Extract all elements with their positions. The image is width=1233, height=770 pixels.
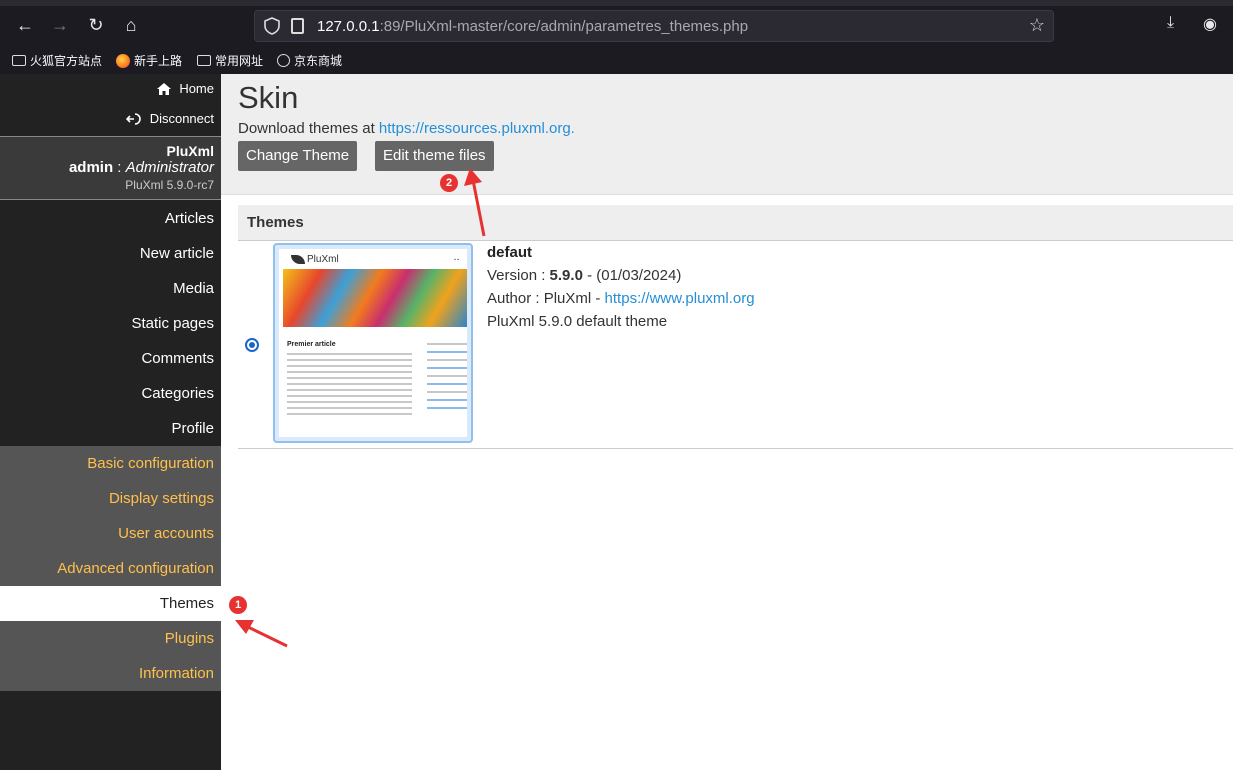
change-theme-button[interactable]: Change Theme (238, 141, 358, 171)
admin-menu: Articles New article Media Static pages … (0, 201, 221, 691)
menu-new-article[interactable]: New article (0, 236, 221, 271)
bookmark-star-icon[interactable]: ☆ (1029, 15, 1045, 36)
version-label-text: Version : (487, 267, 550, 284)
browser-toolbar: ← → ↻ ⌂ 127.0.0.1:89/PluXml-master/core/… (0, 0, 1233, 48)
version-label: PluXml 5.9.0-rc7 (125, 178, 214, 192)
disconnect-label: Disconnect (149, 111, 214, 126)
user-separator: : (113, 159, 126, 176)
shield-icon (264, 17, 280, 35)
download-icon[interactable]: ⤓ (1167, 14, 1174, 32)
bookmark-item[interactable]: 火狐官方站点 (12, 52, 102, 69)
bookmarks-bar: 火狐官方站点 新手上路 常用网址 京东商城 (0, 48, 1233, 74)
firefox-icon (116, 53, 130, 68)
thumbnail-preview: PluXml ▪ ▪ Premier article (279, 249, 467, 437)
user-role-line: admin : Administrator (0, 159, 214, 176)
menu-advanced-configuration[interactable]: Advanced configuration (0, 551, 221, 586)
menu-user-accounts[interactable]: User accounts (0, 516, 221, 551)
menu-themes[interactable]: Themes (0, 586, 221, 621)
thumbnail-banner (283, 269, 467, 327)
admin-sidebar: Home Disconnect PluXml admin : Administr… (0, 74, 221, 770)
user-info: PluXml admin : Administrator PluXml 5.9.… (0, 136, 221, 200)
leaf-logo-icon (291, 255, 305, 264)
author-label: Author : PluXml - (487, 290, 605, 307)
thumbnail-post-title: Premier article (287, 341, 336, 348)
bookmark-label: 新手上路 (134, 54, 183, 68)
bookmark-label: 火狐官方站点 (30, 54, 103, 68)
page-header: Skin Download themes at https://ressourc… (221, 74, 1233, 195)
globe-icon (277, 54, 290, 67)
bookmark-item[interactable]: 新手上路 (116, 52, 182, 69)
theme-description: PluXml 5.9.0 default theme (487, 313, 668, 330)
menu-profile[interactable]: Profile (0, 411, 221, 446)
address-bar[interactable]: 127.0.0.1:89/PluXml-master/core/admin/pa… (254, 10, 1054, 42)
menu-comments[interactable]: Comments (0, 341, 221, 376)
thumbnail-brand: PluXml (307, 254, 339, 265)
home-icon (157, 83, 172, 95)
download-line: Download themes at https://ressources.pl… (238, 120, 575, 137)
disconnect-link[interactable]: Disconnect (0, 104, 221, 134)
url-text: 127.0.0.1:89/PluXml-master/core/admin/pa… (317, 18, 749, 35)
theme-radio[interactable] (245, 338, 259, 352)
annotation-badge-1: 1 (229, 596, 247, 614)
annotation-arrow-2 (464, 168, 486, 237)
theme-row: PluXml ▪ ▪ Premier article defaut Versio… (238, 241, 1233, 449)
user-role: Administrator (125, 159, 214, 176)
user-name: admin (68, 159, 114, 176)
page-icon (291, 18, 304, 34)
bookmark-label: 京东商城 (294, 54, 343, 68)
bookmark-item[interactable]: 常用网址 (197, 52, 263, 69)
menu-plugins[interactable]: Plugins (0, 621, 221, 656)
top-links: Home Disconnect (0, 74, 221, 134)
theme-name: defaut (487, 244, 532, 261)
forward-arrow-icon[interactable]: → (47, 12, 73, 38)
menu-static-pages[interactable]: Static pages (0, 306, 221, 341)
themes-table-header: Themes (238, 205, 1233, 241)
version-number: 5.9.0 (549, 267, 583, 284)
home-link[interactable]: Home (0, 74, 221, 104)
theme-thumbnail: PluXml ▪ ▪ Premier article (273, 243, 473, 443)
bookmark-item[interactable]: 京东商城 (277, 52, 342, 69)
page-title: Skin (238, 80, 299, 115)
ressources-link[interactable]: https://ressources.pluxml.org. (379, 120, 575, 137)
tab-strip (0, 0, 1233, 6)
menu-categories[interactable]: Categories (0, 376, 221, 411)
theme-author: Author : PluXml - https://www.pluxml.org (487, 290, 755, 307)
menu-basic-configuration[interactable]: Basic configuration (0, 446, 221, 481)
folder-icon (12, 55, 26, 66)
main-content: Skin Download themes at https://ressourc… (221, 74, 1233, 770)
menu-articles[interactable]: Articles (0, 201, 221, 236)
reload-icon[interactable]: ↻ (83, 12, 109, 38)
thumbnail-text-lines (287, 353, 412, 419)
thumbnail-nav: ▪ ▪ (454, 257, 459, 263)
theme-date: - (01/03/2024) (582, 267, 682, 284)
home-browser-icon[interactable]: ⌂ (118, 12, 144, 38)
download-text: Download themes at (238, 120, 379, 137)
home-label: Home (179, 81, 214, 96)
logout-icon (125, 113, 141, 125)
bookmark-label: 常用网址 (215, 54, 264, 68)
site-name: PluXml (166, 143, 214, 159)
annotation-badge-2: 2 (440, 174, 458, 192)
menu-media[interactable]: Media (0, 271, 221, 306)
theme-version: Version : 5.9.0 - (01/03/2024) (487, 267, 681, 284)
author-link[interactable]: https://www.pluxml.org (605, 290, 755, 307)
back-arrow-icon[interactable]: ← (12, 12, 38, 38)
folder-icon (197, 55, 211, 66)
account-icon[interactable]: ◉ (1203, 14, 1217, 34)
annotation-arrow-1 (235, 620, 288, 648)
thumbnail-sidebar (427, 343, 467, 415)
menu-information[interactable]: Information (0, 656, 221, 691)
menu-display-settings[interactable]: Display settings (0, 481, 221, 516)
